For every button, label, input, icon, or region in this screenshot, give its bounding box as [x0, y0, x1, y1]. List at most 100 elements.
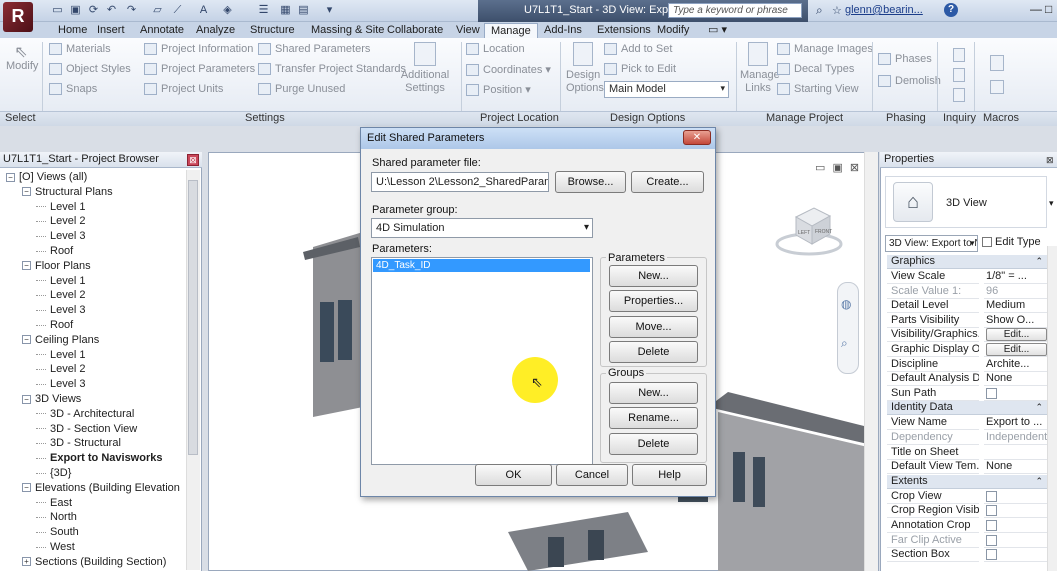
- chevron-down-icon[interactable]: ▾: [1049, 198, 1054, 209]
- ok-button[interactable]: OK: [475, 464, 552, 486]
- panel-title-select[interactable]: Select: [5, 112, 36, 126]
- collapse-icon[interactable]: −: [22, 261, 31, 271]
- property-value[interactable]: [984, 504, 1047, 519]
- collapse-icon[interactable]: ⌃: [1035, 475, 1043, 488]
- binoculars-icon[interactable]: ⌕: [816, 3, 823, 18]
- browser-tree-item[interactable]: Level 1: [36, 275, 85, 287]
- property-value[interactable]: Edit...: [984, 328, 1047, 343]
- browse-button[interactable]: Browse...: [555, 171, 626, 193]
- dimension-icon[interactable]: ⟋: [170, 3, 185, 18]
- design-option-dropdown[interactable]: Main Model ▾: [604, 81, 729, 98]
- add-to-set-button[interactable]: Add to Set: [604, 43, 672, 56]
- view-cube[interactable]: LEFT FRONT: [774, 192, 844, 262]
- property-value[interactable]: [984, 534, 1047, 548]
- project-units-button[interactable]: Project Units: [144, 83, 223, 96]
- checkbox[interactable]: [986, 505, 997, 517]
- design-options-button[interactable]: Design Options: [566, 42, 604, 95]
- sync-icon[interactable]: ⟳: [86, 3, 101, 18]
- shared-parameters-button[interactable]: Shared Parameters: [258, 43, 370, 56]
- browser-tree-item[interactable]: − Ceiling Plans: [22, 334, 99, 346]
- tab-manage[interactable]: Manage: [484, 23, 538, 38]
- view-instance-selector[interactable]: 3D View: Export to N: [885, 235, 978, 252]
- browser-tree-item[interactable]: Roof: [36, 319, 73, 331]
- property-value[interactable]: [984, 490, 1047, 504]
- search-input[interactable]: Type a keyword or phrase: [668, 3, 802, 18]
- steering-wheel-icon[interactable]: ◍: [841, 297, 851, 311]
- position-button[interactable]: Position ▾: [466, 83, 531, 97]
- maximize-icon[interactable]: □: [1045, 2, 1052, 16]
- pick-to-edit-button[interactable]: Pick to Edit: [604, 63, 676, 76]
- browser-tree-item[interactable]: − Elevations (Building Elevation: [22, 482, 180, 494]
- coordinates-button[interactable]: Coordinates ▾: [466, 63, 551, 77]
- browser-tree-item[interactable]: Level 2: [36, 215, 85, 227]
- transfer-project-standards-button[interactable]: Transfer Project Standards: [258, 63, 406, 76]
- object-styles-button[interactable]: Object Styles: [49, 63, 131, 76]
- property-value[interactable]: [984, 387, 1047, 401]
- properties-section-header[interactable]: Graphics ⌃: [887, 255, 1047, 269]
- tab-annotate[interactable]: Annotate: [140, 23, 184, 38]
- property-value[interactable]: Medium: [984, 299, 1047, 314]
- property-value[interactable]: None: [984, 460, 1047, 475]
- property-value[interactable]: 96: [984, 285, 1047, 299]
- inquiry-warnings-icon[interactable]: [953, 68, 965, 82]
- text-icon[interactable]: A: [196, 3, 211, 18]
- decal-types-button[interactable]: Decal Types: [777, 63, 854, 76]
- minimize-icon[interactable]: —: [1030, 2, 1042, 16]
- inquiry-ids-icon[interactable]: [953, 48, 965, 62]
- ribbon-options-icon[interactable]: ▭ ▾: [708, 23, 727, 38]
- edit-button[interactable]: Edit...: [986, 343, 1047, 356]
- view-scrollbar[interactable]: [864, 152, 878, 571]
- redo-icon[interactable]: ↷: [124, 3, 139, 18]
- revit-logo-icon[interactable]: R: [3, 2, 33, 32]
- property-value[interactable]: Archite...: [984, 358, 1047, 372]
- tab-add-ins[interactable]: Add-Ins: [544, 23, 582, 38]
- group-delete-button[interactable]: Delete: [609, 433, 698, 455]
- browser-tree-item[interactable]: Level 2: [36, 289, 85, 301]
- phases-button[interactable]: Phases: [878, 53, 932, 66]
- browser-tree-item[interactable]: + Sections (Building Section): [22, 556, 166, 568]
- property-value[interactable]: [984, 446, 1047, 460]
- starting-view-button[interactable]: Starting View: [777, 83, 859, 96]
- snaps-button[interactable]: Snaps: [49, 83, 97, 96]
- property-value[interactable]: 1/8" = ...: [984, 270, 1047, 284]
- zoom-icon[interactable]: ⌕: [841, 336, 848, 351]
- collapse-icon[interactable]: −: [22, 483, 31, 493]
- property-value[interactable]: Edit...: [984, 343, 1047, 357]
- browser-tree-item[interactable]: 3D - Section View: [36, 423, 137, 435]
- help-icon[interactable]: ?: [944, 3, 958, 17]
- create-button[interactable]: Create...: [631, 171, 704, 193]
- purge-unused-button[interactable]: Purge Unused: [258, 83, 345, 96]
- tab-analyze[interactable]: Analyze: [196, 23, 235, 38]
- tab-modify[interactable]: Modify: [657, 23, 689, 38]
- collapse-icon[interactable]: −: [22, 394, 31, 404]
- browser-scroll-thumb[interactable]: [188, 180, 198, 455]
- parameters-list[interactable]: [371, 257, 593, 465]
- edit-button[interactable]: Edit...: [986, 328, 1047, 342]
- browser-tree-item[interactable]: Roof: [36, 245, 73, 257]
- manage-images-button[interactable]: Manage Images: [777, 43, 873, 56]
- collapse-icon[interactable]: −: [22, 335, 31, 345]
- checkbox[interactable]: [986, 387, 997, 399]
- edit-type-button[interactable]: Edit Type: [982, 236, 1041, 248]
- browser-tree-item[interactable]: Level 3: [36, 230, 85, 242]
- dialog-close-button[interactable]: ✕: [683, 130, 711, 145]
- property-value[interactable]: [984, 519, 1047, 533]
- browser-tree-item[interactable]: 3D - Architectural: [36, 408, 134, 420]
- chevron-down-icon[interactable]: ▾: [970, 238, 975, 249]
- thin-lines-icon[interactable]: ☰: [256, 3, 271, 18]
- group-new-button[interactable]: New...: [609, 382, 698, 404]
- list-item[interactable]: 4D_Task_ID: [373, 259, 590, 272]
- checkbox[interactable]: [986, 549, 997, 561]
- checkbox[interactable]: [986, 534, 997, 546]
- manage-links-button[interactable]: Manage Links: [740, 42, 780, 95]
- tab-extensions[interactable]: Extensions: [597, 23, 651, 38]
- tab-insert[interactable]: Insert: [97, 23, 125, 38]
- measure-icon[interactable]: ▱: [150, 3, 165, 18]
- checkbox[interactable]: [986, 520, 997, 531]
- tab-home[interactable]: Home: [58, 23, 87, 38]
- browser-tree-item[interactable]: − Structural Plans: [22, 186, 113, 198]
- collapse-icon[interactable]: −: [22, 187, 31, 197]
- additional-settings-button[interactable]: Additional Settings: [398, 42, 452, 95]
- shared-parameter-file-field[interactable]: U:\Lesson 2\Lesson2_SharedParameters.: [371, 172, 549, 192]
- browser-tree-item[interactable]: − Floor Plans: [22, 260, 91, 272]
